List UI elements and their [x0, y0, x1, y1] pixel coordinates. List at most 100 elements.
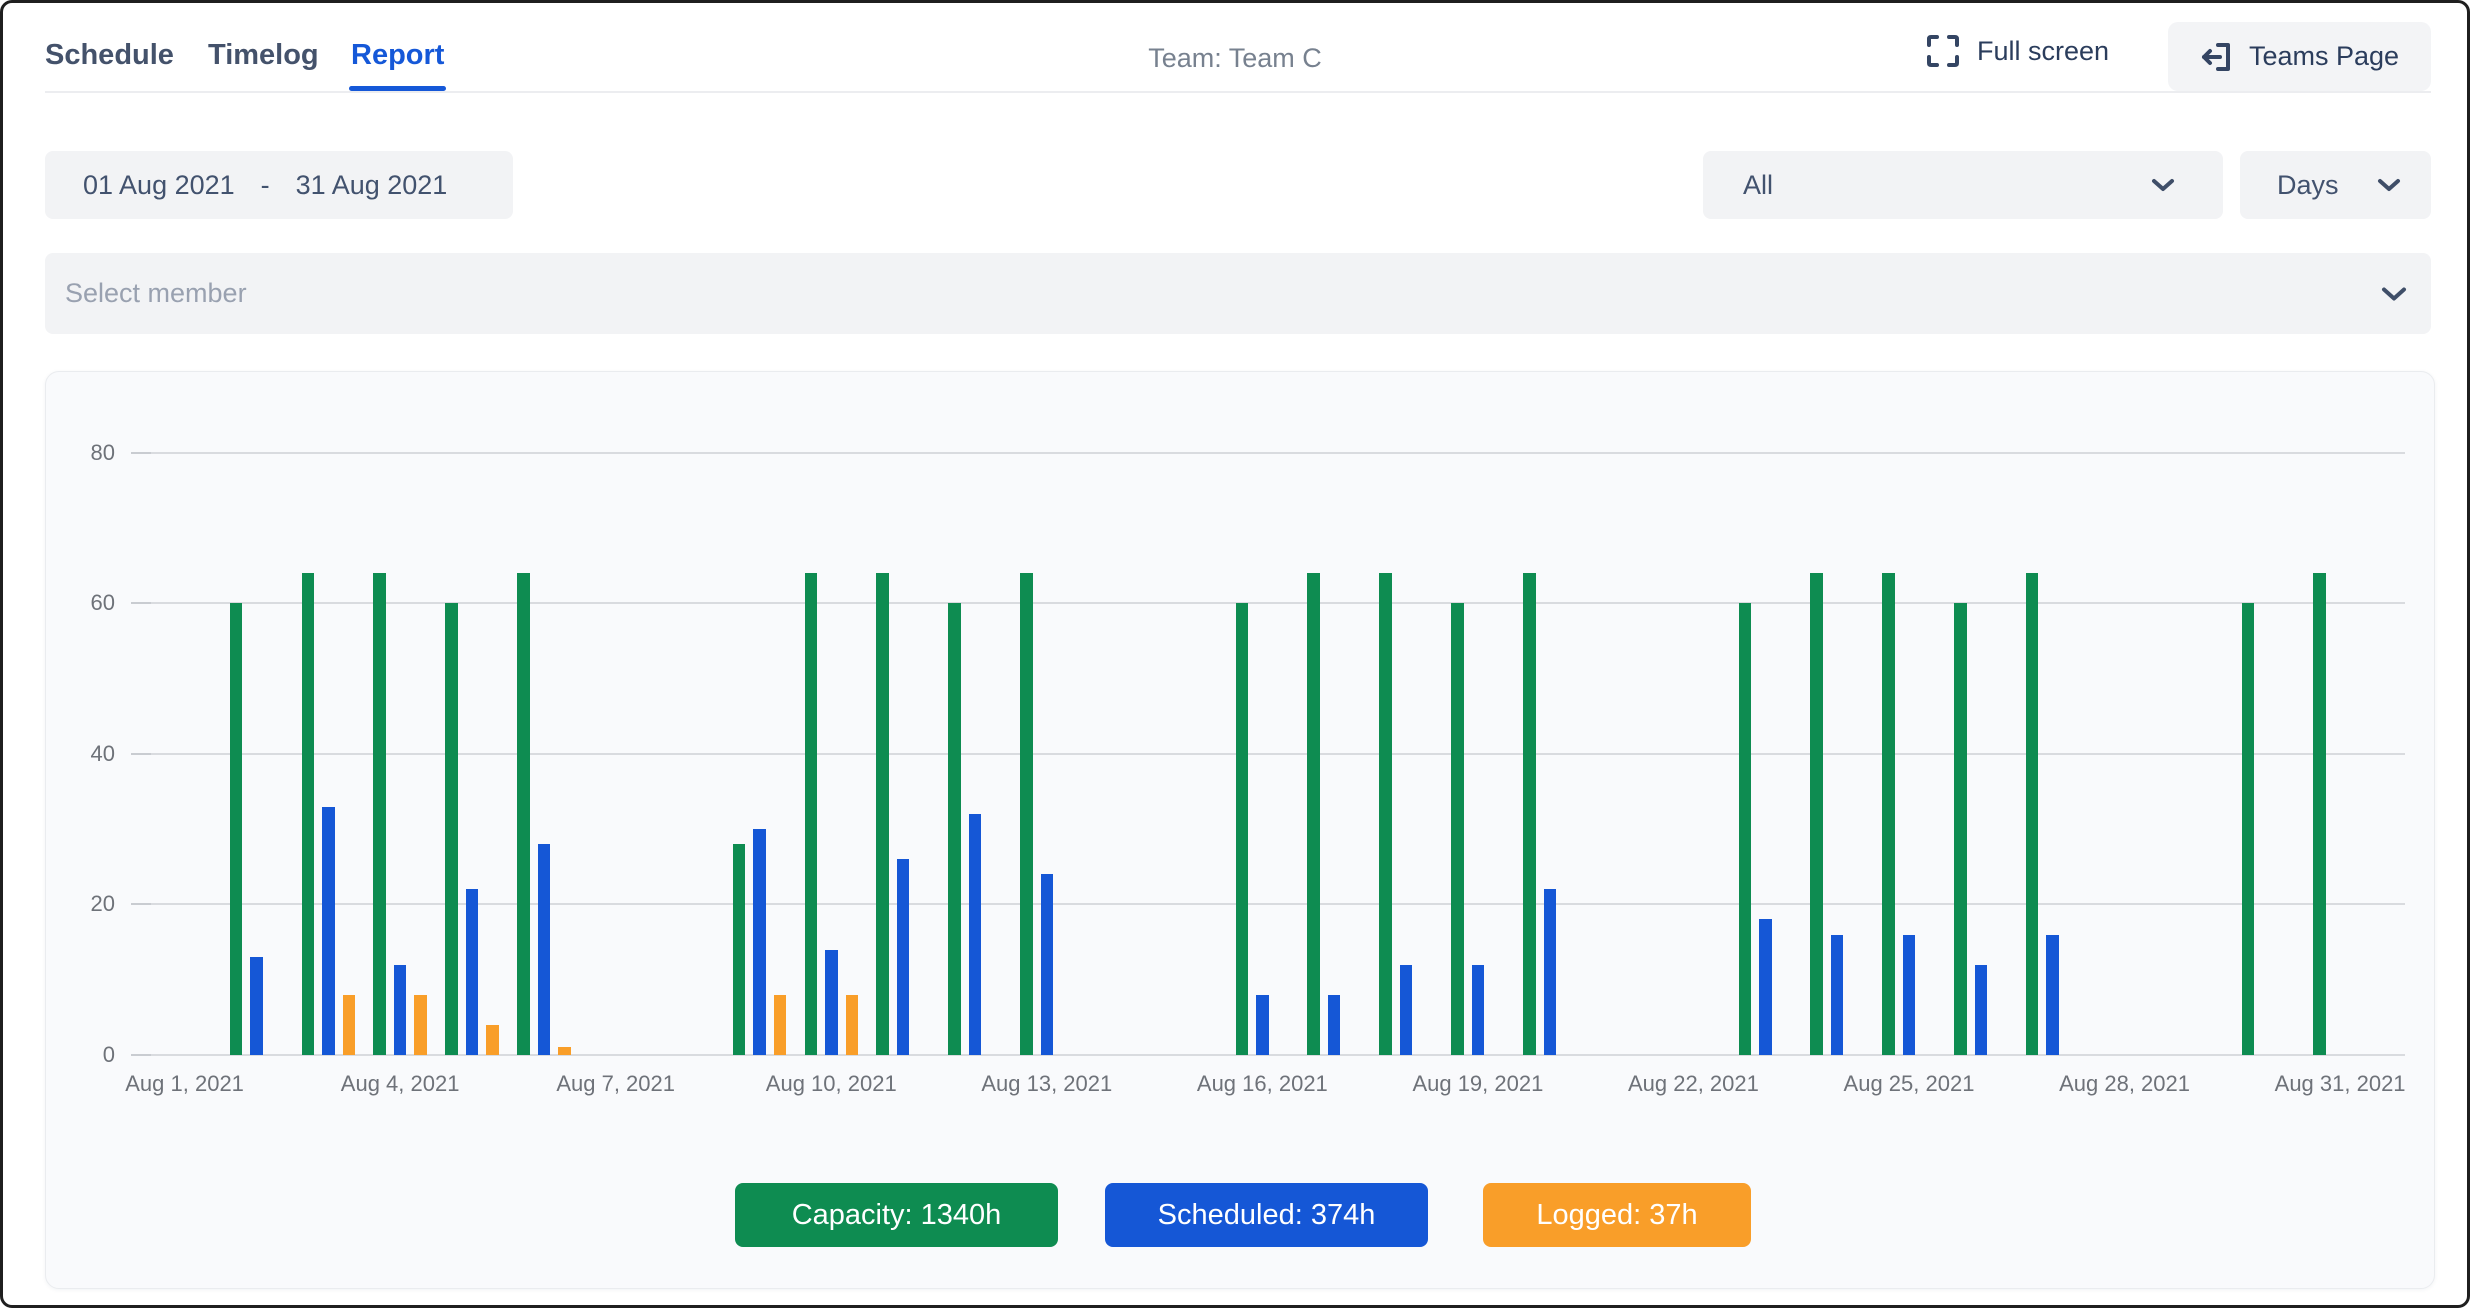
fullscreen-icon [1925, 33, 1961, 69]
scheduled-bar[interactable] [538, 844, 551, 1055]
scheduled-bar[interactable] [1975, 965, 1988, 1055]
scheduled-bar[interactable] [825, 950, 838, 1055]
capacity-bar[interactable] [1451, 603, 1464, 1055]
capacity-bar[interactable] [1810, 573, 1823, 1055]
logged-bar[interactable] [846, 995, 859, 1055]
teams-page-label: Teams Page [2249, 41, 2399, 72]
capacity-bar[interactable] [302, 573, 315, 1055]
teams-page-button[interactable]: Teams Page [2168, 22, 2431, 91]
gridline [151, 903, 2405, 905]
axis-tick [131, 753, 151, 755]
app-window: Schedule Timelog Report Team: Team C Ful… [0, 0, 2470, 1308]
chevron-down-icon [2151, 178, 2175, 192]
member-select-placeholder: Select member [65, 278, 247, 309]
fullscreen-label: Full screen [1977, 36, 2109, 67]
scheduled-bar[interactable] [1328, 995, 1341, 1055]
x-axis-label: Aug 10, 2021 [711, 1071, 951, 1097]
capacity-bar[interactable] [2242, 603, 2255, 1055]
scheduled-bar[interactable] [322, 807, 335, 1055]
scheduled-bar[interactable] [969, 814, 982, 1055]
fullscreen-button[interactable]: Full screen [1925, 33, 2109, 69]
x-axis-label: Aug 28, 2021 [2005, 1071, 2245, 1097]
capacity-bar[interactable] [2313, 573, 2326, 1055]
date-separator: - [261, 170, 270, 201]
capacity-bar[interactable] [373, 573, 386, 1055]
scheduled-bar[interactable] [1400, 965, 1413, 1055]
granularity-select[interactable]: Days [2240, 151, 2431, 219]
date-range-picker[interactable]: 01 Aug 2021 - 31 Aug 2021 [45, 151, 513, 219]
scheduled-bar[interactable] [466, 889, 479, 1055]
x-axis-label: Aug 1, 2021 [65, 1071, 305, 1097]
x-axis-label: Aug 13, 2021 [927, 1071, 1167, 1097]
x-axis-label: Aug 19, 2021 [1358, 1071, 1598, 1097]
y-axis-label: 80 [43, 440, 115, 466]
logged-bar[interactable] [558, 1047, 571, 1055]
scheduled-bar[interactable] [1041, 874, 1054, 1055]
y-axis-label: 60 [43, 590, 115, 616]
tab-report[interactable]: Report [351, 39, 444, 72]
scheduled-bar[interactable] [1256, 995, 1269, 1055]
capacity-bar[interactable] [1307, 573, 1320, 1055]
legend-logged-button[interactable]: Logged: 37h [1483, 1183, 1751, 1247]
scheduled-bar[interactable] [753, 829, 766, 1055]
scheduled-bar[interactable] [2046, 935, 2059, 1055]
capacity-bar[interactable] [1379, 573, 1392, 1055]
capacity-bar[interactable] [2026, 573, 2039, 1055]
capacity-bar[interactable] [948, 603, 961, 1055]
capacity-bar[interactable] [1020, 573, 1033, 1055]
capacity-bar[interactable] [805, 573, 818, 1055]
y-axis-label: 40 [43, 741, 115, 767]
scheduled-bar[interactable] [250, 957, 263, 1055]
capacity-bar[interactable] [1739, 603, 1752, 1055]
exit-to-teams-icon [2200, 40, 2234, 74]
scheduled-bar[interactable] [394, 965, 407, 1055]
capacity-bar[interactable] [230, 603, 243, 1055]
y-axis-label: 0 [43, 1042, 115, 1068]
scope-select[interactable]: All [1703, 151, 2223, 219]
scope-select-value: All [1743, 170, 1773, 201]
tab-schedule[interactable]: Schedule [45, 39, 174, 72]
gridline [151, 753, 2405, 755]
x-axis-label: Aug 22, 2021 [1573, 1071, 1813, 1097]
x-axis-label: Aug 4, 2021 [280, 1071, 520, 1097]
scheduled-bar[interactable] [1544, 889, 1557, 1055]
capacity-bar[interactable] [1954, 603, 1967, 1055]
logged-bar[interactable] [486, 1025, 499, 1055]
logged-bar[interactable] [774, 995, 787, 1055]
legend-capacity-button[interactable]: Capacity: 1340h [735, 1183, 1058, 1247]
axis-tick [131, 452, 151, 454]
capacity-bar[interactable] [1523, 573, 1536, 1055]
team-label: Team: Team C [1148, 43, 1322, 74]
capacity-bar[interactable] [733, 844, 746, 1055]
header-divider [45, 91, 2431, 93]
granularity-select-value: Days [2277, 170, 2339, 201]
logged-bar[interactable] [414, 995, 427, 1055]
capacity-bar[interactable] [1236, 603, 1249, 1055]
capacity-bar[interactable] [517, 573, 530, 1055]
axis-tick [131, 1054, 151, 1056]
capacity-bar[interactable] [876, 573, 889, 1055]
member-select[interactable]: Select member [45, 253, 2431, 334]
legend-scheduled-button[interactable]: Scheduled: 374h [1105, 1183, 1428, 1247]
date-from: 01 Aug 2021 [83, 170, 235, 201]
scheduled-bar[interactable] [1759, 919, 1772, 1055]
y-axis-label: 20 [43, 891, 115, 917]
logged-bar[interactable] [343, 995, 356, 1055]
gridline [151, 602, 2405, 604]
scheduled-bar[interactable] [1831, 935, 1844, 1055]
capacity-bar[interactable] [445, 603, 458, 1055]
capacity-bar[interactable] [1882, 573, 1895, 1055]
gridline [151, 452, 2405, 454]
scheduled-bar[interactable] [897, 859, 910, 1055]
x-axis-label: Aug 31, 2021 [2220, 1071, 2460, 1097]
date-to: 31 Aug 2021 [296, 170, 448, 201]
chevron-down-icon [2377, 178, 2401, 192]
axis-tick [131, 903, 151, 905]
scheduled-bar[interactable] [1472, 965, 1485, 1055]
scheduled-bar[interactable] [1903, 935, 1916, 1055]
axis-tick [131, 602, 151, 604]
chevron-down-icon [2381, 286, 2407, 301]
x-axis-label: Aug 16, 2021 [1142, 1071, 1382, 1097]
tab-timelog[interactable]: Timelog [208, 39, 319, 72]
x-axis-label: Aug 25, 2021 [1789, 1071, 2029, 1097]
